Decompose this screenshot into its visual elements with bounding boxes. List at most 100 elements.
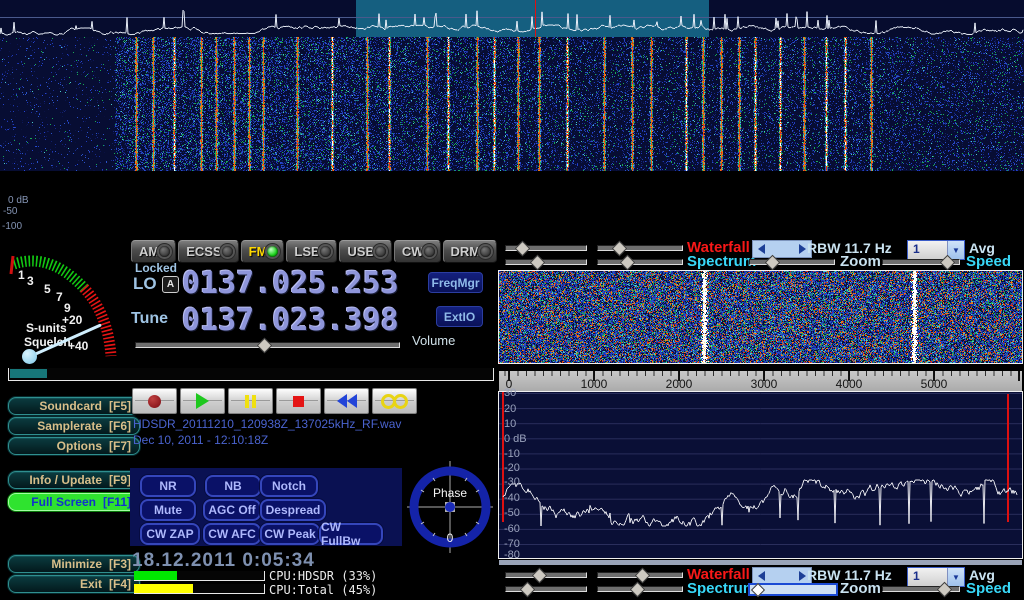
- slider-thumb[interactable]: [532, 568, 548, 584]
- mode-led-icon: [159, 246, 170, 257]
- right-arrow-icon[interactable]: [799, 571, 806, 581]
- hdsdr-window: 137000 137005 137010 137015 137020 13702…: [0, 0, 1024, 600]
- agc-button[interactable]: AGC Off: [203, 499, 261, 521]
- audio-scale-label: 5000: [921, 377, 948, 391]
- smeter-tick-label: 7: [56, 290, 63, 304]
- agc-a-badge[interactable]: A: [162, 276, 179, 293]
- cpu-hdsdr-fill: [134, 571, 177, 580]
- freqmgr-button[interactable]: FreqMgr: [428, 272, 483, 293]
- nr-button[interactable]: NR: [140, 475, 196, 497]
- phase-center-dot: [445, 502, 455, 512]
- mute-button[interactable]: Mute: [140, 499, 196, 521]
- button-hotkey: [F3]: [109, 557, 131, 571]
- slider-thumb[interactable]: [751, 583, 765, 597]
- audio-waterfall-frame: [498, 270, 1023, 364]
- info-update-button[interactable]: Info / Update [F9]: [8, 471, 140, 489]
- cpu-total-label: CPU:Total (45%): [269, 583, 377, 597]
- spectrum-slider-b[interactable]: [597, 255, 683, 268]
- overview-db-label: 0 dB: [8, 195, 29, 206]
- slider-thumb[interactable]: [940, 255, 956, 271]
- fullscreen-button[interactable]: Full Screen [F11]: [8, 493, 140, 511]
- zoom-label: Zoom: [840, 253, 881, 270]
- stop-button[interactable]: [276, 388, 321, 414]
- mode-button-ecss[interactable]: ECSS: [178, 240, 238, 263]
- slider-thumb[interactable]: [530, 255, 546, 271]
- slider-thumb[interactable]: [630, 582, 646, 598]
- mode-button-cw[interactable]: CW: [394, 240, 441, 263]
- mode-button-fm[interactable]: FM: [241, 240, 285, 263]
- mode-label: ECSS: [186, 244, 221, 259]
- db-axis-label: -60: [504, 523, 520, 535]
- rewind-button[interactable]: [324, 388, 369, 414]
- slider-thumb[interactable]: [520, 582, 536, 598]
- spectrum-scrollbar[interactable]: [499, 560, 1022, 565]
- button-label: Options: [57, 439, 102, 453]
- slider-thumb[interactable]: [612, 241, 628, 257]
- waterfall-slider-b[interactable]: [597, 241, 683, 254]
- squelch-marker[interactable]: [11, 256, 13, 274]
- loop-button[interactable]: [372, 388, 417, 414]
- mode-button-lsb[interactable]: LSB: [286, 240, 337, 263]
- slider-thumb[interactable]: [765, 255, 781, 271]
- slider-track: [505, 259, 587, 265]
- slider-thumb[interactable]: [937, 582, 953, 598]
- tune-frequency-display[interactable]: 0137.023.398: [182, 303, 399, 338]
- exit-button[interactable]: Exit [F4]: [8, 575, 140, 593]
- phase-label: Phase: [433, 486, 467, 500]
- audio-spectrum-display[interactable]: [499, 392, 1022, 558]
- dsp-label: CW ZAP: [146, 527, 193, 541]
- options-button[interactable]: Options [F7]: [8, 437, 140, 455]
- extio-button[interactable]: ExtIO: [436, 306, 483, 327]
- speed-slider[interactable]: [882, 255, 960, 268]
- cw-afc-button[interactable]: CW AFC: [203, 523, 261, 545]
- button-hotkey: [F6]: [109, 419, 131, 433]
- spectrum-slider-a[interactable]: [505, 255, 587, 268]
- slider-thumb[interactable]: [257, 338, 273, 354]
- rf-spectrum-overview[interactable]: [0, 0, 1024, 37]
- spectrum-slider-b-bottom[interactable]: [597, 582, 683, 595]
- mode-led-icon: [480, 246, 491, 257]
- spectrum-slider-a-bottom[interactable]: [505, 582, 587, 595]
- despread-button[interactable]: Despread: [260, 499, 326, 521]
- minimize-button[interactable]: Minimize [F3]: [8, 555, 140, 573]
- cw-peak-button[interactable]: CW Peak: [260, 523, 320, 545]
- left-arrow-icon[interactable]: [758, 244, 765, 254]
- squelch-level-bar[interactable]: [8, 368, 494, 381]
- cw-fullbw-button[interactable]: CW FullBw: [319, 523, 383, 545]
- zoom-slider-bottom-focused[interactable]: [748, 583, 838, 596]
- volume-slider[interactable]: [135, 338, 400, 351]
- pause-button[interactable]: [228, 388, 273, 414]
- audio-frequency-scale[interactable]: 0 1000 2000 3000 4000 5000: [499, 371, 1022, 391]
- slider-track: [597, 259, 683, 265]
- squelch-level-fill: [10, 369, 47, 378]
- spectrum-label-bottom: Spectrum: [687, 580, 756, 597]
- right-arrow-icon[interactable]: [799, 244, 806, 254]
- speed-slider-bottom[interactable]: [882, 582, 960, 595]
- mode-led-icon: [267, 246, 278, 257]
- dsp-label: Despread: [266, 503, 321, 517]
- notch-button[interactable]: Notch: [260, 475, 318, 497]
- left-arrow-icon[interactable]: [758, 571, 765, 581]
- lo-frequency-display[interactable]: 0137.025.253: [182, 266, 399, 301]
- audio-waterfall-display[interactable]: [499, 271, 1022, 363]
- samplerate-button[interactable]: Samplerate [F6]: [8, 417, 140, 435]
- waterfall-slider-a-bottom[interactable]: [505, 568, 587, 581]
- mode-label: AM: [139, 244, 159, 259]
- mode-button-drm[interactable]: DRM: [443, 240, 498, 263]
- play-button[interactable]: [180, 388, 225, 414]
- locked-label: Locked: [135, 261, 177, 275]
- waterfall-slider-a[interactable]: [505, 241, 587, 254]
- db-axis-label: 10: [504, 418, 516, 430]
- waterfall-slider-b-bottom[interactable]: [597, 568, 683, 581]
- db-axis-label: 0 dB: [504, 433, 527, 445]
- zoom-slider[interactable]: [749, 255, 835, 268]
- soundcard-button[interactable]: Soundcard [F5]: [8, 397, 140, 415]
- slider-thumb[interactable]: [515, 241, 531, 257]
- cw-zap-button[interactable]: CW ZAP: [140, 523, 200, 545]
- dsp-label: NR: [159, 479, 176, 493]
- slider-thumb[interactable]: [620, 255, 636, 271]
- mode-button-usb[interactable]: USB: [339, 240, 391, 263]
- record-button[interactable]: [132, 388, 177, 414]
- mode-button-am[interactable]: AM: [131, 240, 176, 263]
- nb-button[interactable]: NB: [205, 475, 261, 497]
